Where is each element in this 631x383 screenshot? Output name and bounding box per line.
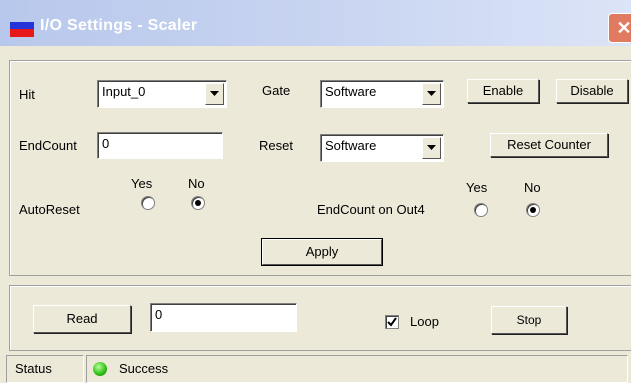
reset-select[interactable]: Software xyxy=(320,134,444,162)
read-button[interactable]: Read xyxy=(33,305,131,333)
endcount-value: 0 xyxy=(102,136,110,151)
loop-checkbox[interactable] xyxy=(385,315,399,329)
autoreset-label: AutoReset xyxy=(19,202,80,217)
chevron-down-icon[interactable] xyxy=(422,137,441,159)
app-icon xyxy=(10,22,34,37)
out4-yes-radio[interactable] xyxy=(474,203,488,217)
reset-counter-button[interactable]: Reset Counter xyxy=(490,133,608,157)
autoreset-yes-label: Yes xyxy=(131,176,153,191)
stop-button[interactable]: Stop xyxy=(491,306,567,334)
out4-yes-label: Yes xyxy=(466,180,488,195)
read-value: 0 xyxy=(155,307,163,322)
apply-button[interactable]: Apply xyxy=(261,238,383,266)
gate-select-value: Software xyxy=(325,84,377,99)
reset-label: Reset xyxy=(259,138,293,153)
hit-select[interactable]: Input_0 xyxy=(97,80,227,108)
endcount-input[interactable]: 0 xyxy=(97,132,223,159)
autoreset-no-radio[interactable] xyxy=(191,196,205,210)
reset-select-value: Software xyxy=(325,138,377,153)
out4-no-label: No xyxy=(524,180,541,195)
status-label: Status xyxy=(15,361,52,376)
window-title: I/O Settings - Scaler xyxy=(40,17,198,34)
status-value-pane: Success xyxy=(86,355,628,383)
checkmark-icon xyxy=(387,317,397,327)
radio-dot-icon xyxy=(530,207,536,213)
read-value-input[interactable]: 0 xyxy=(150,303,297,332)
hit-select-value: Input_0 xyxy=(102,84,146,99)
chevron-down-icon[interactable] xyxy=(422,83,441,105)
radio-dot-icon xyxy=(195,200,201,206)
enable-button[interactable]: Enable xyxy=(467,79,539,103)
autoreset-no-label: No xyxy=(188,176,205,191)
endcount-label: EndCount xyxy=(19,138,77,153)
status-label-pane: Status xyxy=(6,355,84,383)
hit-label: Hit xyxy=(19,87,35,102)
out4-no-radio[interactable] xyxy=(526,203,540,217)
status-value: Success xyxy=(119,361,169,376)
close-button[interactable]: ✕ xyxy=(608,13,631,43)
disable-button[interactable]: Disable xyxy=(556,79,628,103)
gate-label: Gate xyxy=(262,83,291,98)
status-led-icon xyxy=(93,362,107,376)
loop-label: Loop xyxy=(410,314,439,329)
autoreset-yes-radio[interactable] xyxy=(141,196,155,210)
gate-select[interactable]: Software xyxy=(320,80,444,108)
title-bar: I/O Settings - Scaler ✕ xyxy=(0,0,631,46)
chevron-down-icon[interactable] xyxy=(205,83,224,105)
endcount-out4-label: EndCount on Out4 xyxy=(317,202,425,217)
status-bar: Status Success xyxy=(0,352,631,383)
